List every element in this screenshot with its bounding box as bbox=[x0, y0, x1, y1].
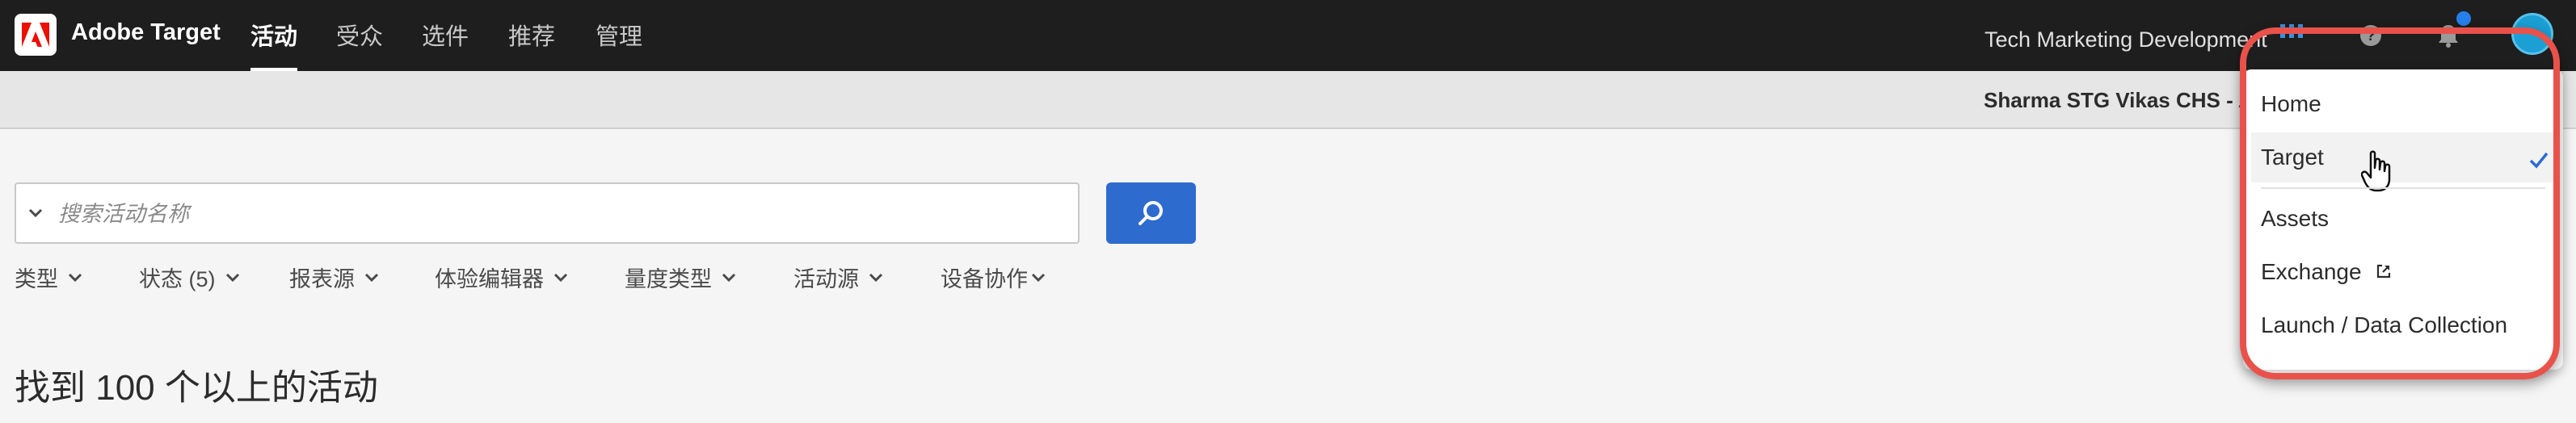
menu-divider bbox=[2261, 187, 2545, 189]
filter-type[interactable]: 类型 bbox=[15, 262, 82, 293]
filter-metric-type[interactable]: 量度类型 bbox=[625, 262, 736, 293]
filter-device-cooperation[interactable]: 设备协作 bbox=[941, 262, 1046, 293]
adobe-logo-icon[interactable] bbox=[15, 14, 57, 56]
tab-activities[interactable]: 活动 bbox=[250, 18, 297, 52]
search-field[interactable] bbox=[15, 182, 1080, 244]
menu-item-label: Home bbox=[2261, 91, 2321, 116]
filter-label: 类型 bbox=[15, 267, 58, 291]
search-input[interactable] bbox=[57, 184, 1070, 244]
search-button[interactable] bbox=[1106, 182, 1196, 244]
filter-label: 活动源 bbox=[793, 267, 859, 291]
tab-audiences[interactable]: 受众 bbox=[336, 18, 383, 52]
top-navigation-bar: Adobe Target 活动 受众 选件 推荐 管理 Tech Marketi… bbox=[0, 0, 2576, 71]
filter-label: 量度类型 bbox=[625, 267, 712, 291]
menu-item-label: Target bbox=[2261, 144, 2324, 170]
filter-status[interactable]: 状态 (5) bbox=[139, 262, 240, 293]
help-icon[interactable]: ? bbox=[2353, 18, 2389, 53]
chevron-down-icon bbox=[1031, 273, 1046, 282]
chevron-down-icon bbox=[364, 273, 379, 282]
external-link-icon bbox=[2377, 264, 2391, 278]
filter-label: 体验编辑器 bbox=[435, 267, 544, 291]
brand-name[interactable]: Adobe Target bbox=[71, 19, 221, 46]
menu-item-label: Launch / Data Collection bbox=[2261, 312, 2508, 337]
workspace-selector[interactable]: Sharma STG Vikas CHS - APP bbox=[1984, 88, 2281, 113]
menu-item-home[interactable]: Home bbox=[2251, 79, 2555, 129]
notification-badge bbox=[2456, 11, 2471, 26]
menu-item-label: Assets bbox=[2261, 206, 2330, 231]
chevron-down-icon bbox=[722, 273, 736, 282]
filter-label: 状态 (5) bbox=[139, 267, 216, 291]
chevron-down-icon bbox=[225, 273, 239, 282]
chevron-down-icon bbox=[554, 273, 568, 282]
menu-item-target[interactable]: Target bbox=[2251, 132, 2555, 182]
hand-cursor-icon bbox=[2360, 150, 2393, 196]
menu-item-exchange[interactable]: Exchange bbox=[2251, 247, 2555, 297]
filter-activity-source[interactable]: 活动源 bbox=[793, 262, 883, 293]
filter-experience-composer[interactable]: 体验编辑器 bbox=[435, 262, 568, 293]
apps-grid-icon[interactable] bbox=[2274, 18, 2309, 53]
tab-recommendations[interactable]: 推荐 bbox=[508, 18, 555, 52]
org-switcher[interactable]: Tech Marketing Development bbox=[1985, 27, 2267, 52]
checkmark-icon bbox=[2528, 149, 2550, 175]
svg-text:?: ? bbox=[2367, 27, 2376, 44]
chevron-down-icon bbox=[68, 273, 82, 282]
filter-label: 报表源 bbox=[289, 267, 355, 291]
workspace-bar: Sharma STG Vikas CHS - APP bbox=[0, 71, 2576, 129]
tab-administration[interactable]: 管理 bbox=[596, 18, 642, 52]
menu-item-assets[interactable]: Assets bbox=[2251, 194, 2555, 244]
results-count-heading: 找到 100 个以上的活动 bbox=[15, 368, 378, 408]
menu-item-launch-data-collection[interactable]: Launch / Data Collection bbox=[2251, 300, 2555, 350]
filter-label: 设备协作 bbox=[941, 267, 1028, 291]
search-icon bbox=[1138, 201, 1163, 225]
filter-reporting-source[interactable]: 报表源 bbox=[289, 262, 379, 293]
tab-offers[interactable]: 选件 bbox=[422, 18, 469, 52]
chevron-down-icon[interactable] bbox=[27, 205, 44, 225]
avatar[interactable] bbox=[2511, 13, 2553, 55]
menu-item-label: Exchange bbox=[2261, 259, 2362, 284]
chevron-down-icon bbox=[869, 273, 883, 282]
